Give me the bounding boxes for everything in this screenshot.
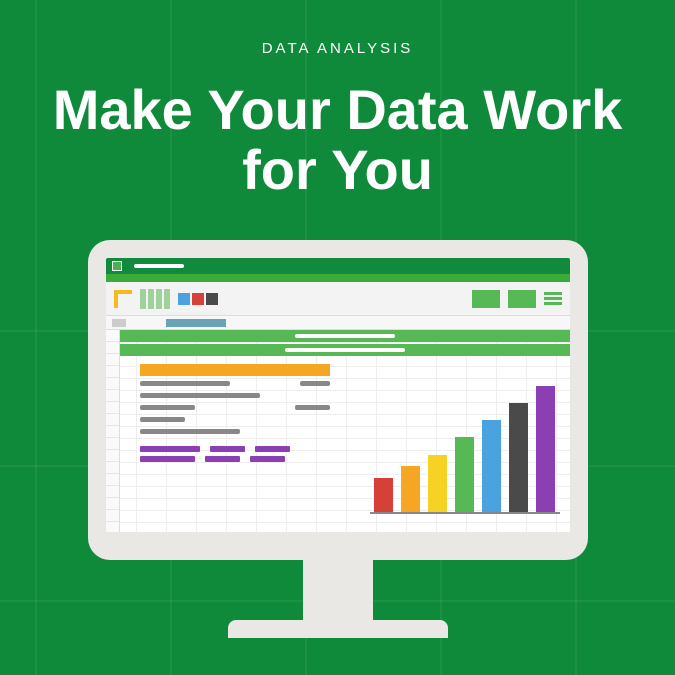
cell-reference xyxy=(112,319,126,327)
color-swatches xyxy=(178,293,218,305)
chart-bar xyxy=(536,386,555,513)
bar-chart xyxy=(370,374,560,514)
toolbar-group xyxy=(140,289,170,309)
table-row xyxy=(140,414,330,424)
sheet-subheader-bar xyxy=(120,344,570,356)
sheet-header-bar xyxy=(120,330,570,342)
ribbon-accent xyxy=(106,274,570,282)
table-footer-purple xyxy=(140,446,330,452)
monitor-illustration xyxy=(88,240,588,638)
monitor-bezel xyxy=(88,240,588,560)
chart-bar xyxy=(455,437,474,512)
toolbar-button xyxy=(508,290,536,308)
chart-bar xyxy=(482,420,501,512)
toolbar-ribbon xyxy=(106,282,570,316)
toolbar-button xyxy=(472,290,500,308)
table-row xyxy=(140,378,330,388)
table-footer-purple xyxy=(140,456,330,462)
data-table xyxy=(140,364,330,462)
formula-bar xyxy=(106,316,570,330)
eyebrow-text: DATA ANALYSIS xyxy=(0,40,675,57)
spreadsheet-grid xyxy=(106,330,570,532)
table-row xyxy=(140,390,330,400)
app-icon xyxy=(112,261,122,271)
monitor-stand-neck xyxy=(303,560,373,620)
chart-bar xyxy=(374,478,393,513)
hamburger-icon xyxy=(544,290,562,307)
chart-bar xyxy=(401,466,420,512)
monitor-stand-base xyxy=(228,620,448,638)
chart-bar xyxy=(428,455,447,513)
title-line xyxy=(134,264,184,268)
table-header-orange xyxy=(140,364,330,376)
table-row xyxy=(140,402,330,412)
chart-bar xyxy=(509,403,528,512)
selection-indicator xyxy=(166,319,226,327)
paste-icon xyxy=(114,290,132,308)
screen xyxy=(106,258,570,532)
headline-text: Make Your Data Work for You xyxy=(0,80,675,201)
row-headers xyxy=(106,330,120,532)
table-row xyxy=(140,426,330,436)
window-titlebar xyxy=(106,258,570,274)
